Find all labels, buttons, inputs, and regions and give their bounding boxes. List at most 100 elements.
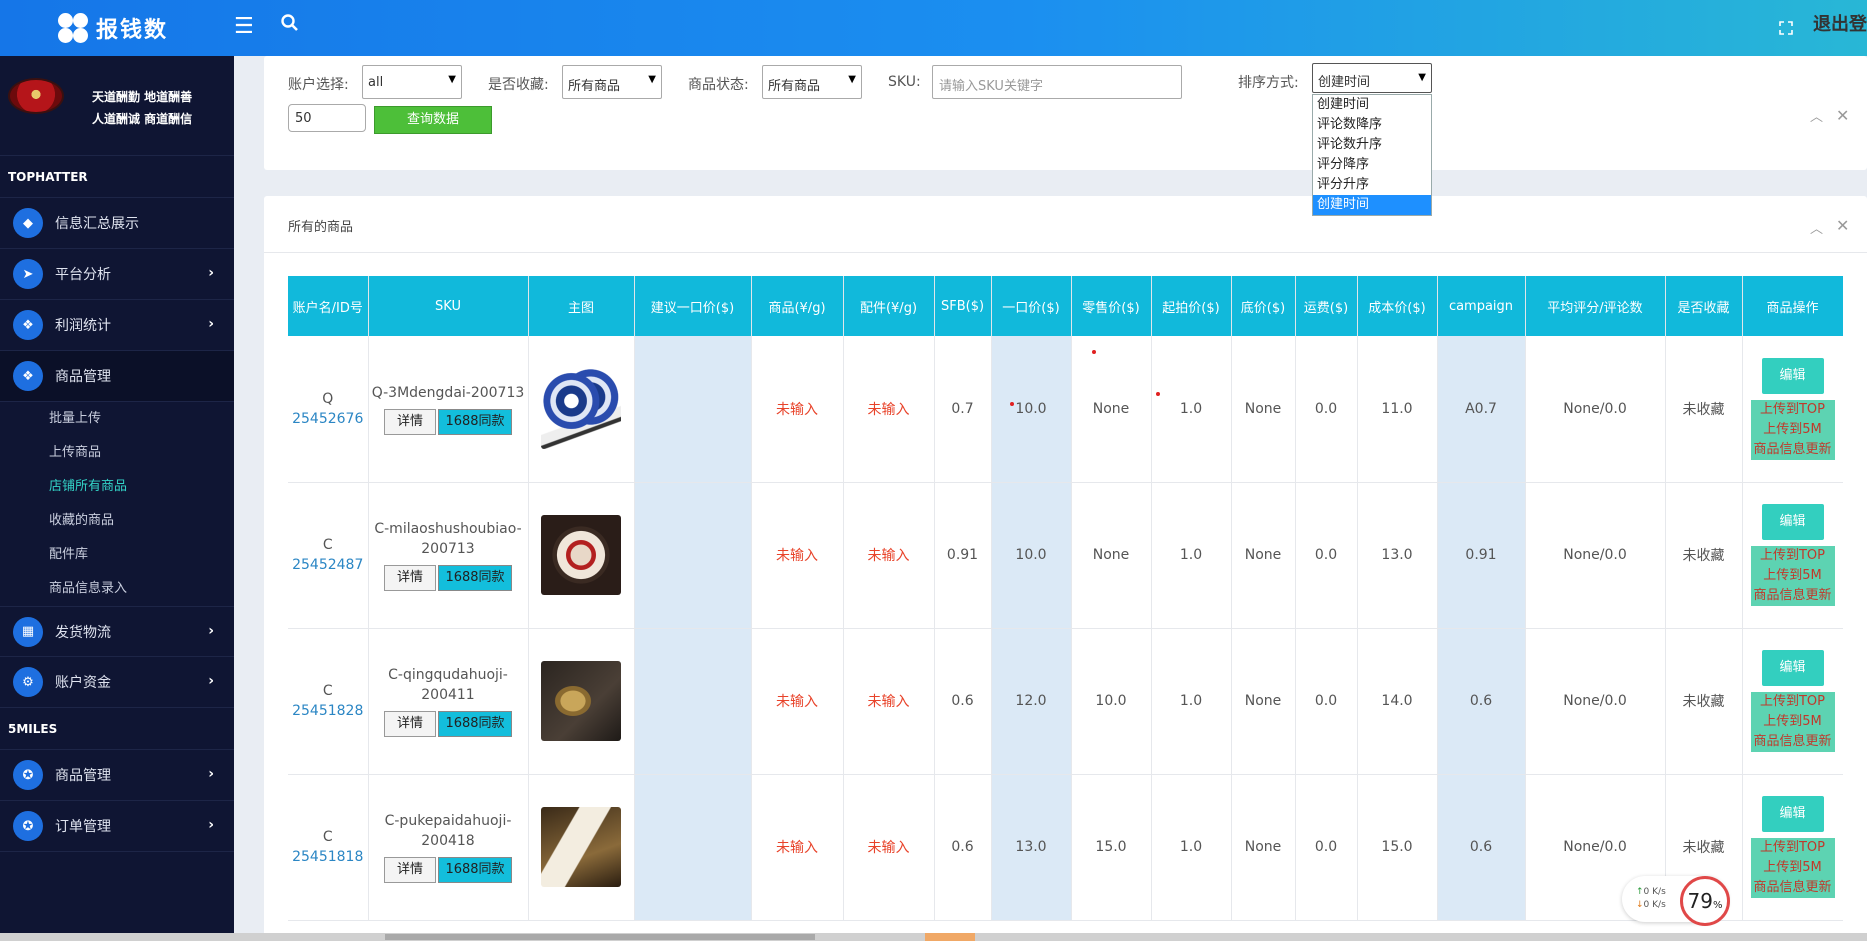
favorite-cell[interactable]: 未收藏 <box>1665 628 1743 775</box>
fixed-price-cell[interactable]: 13.0 <box>991 774 1072 921</box>
avatar[interactable] <box>8 78 64 114</box>
sidebar-sub-all-goods[interactable]: 店铺所有商品 <box>0 470 234 504</box>
same-1688-button[interactable]: 1688同款 <box>438 408 512 435</box>
sidebar-item-5m-orders[interactable]: ✪ 订单管理 › <box>0 801 234 852</box>
sfb-cell: 0.91 <box>934 482 992 629</box>
product-id-link[interactable]: 25452676 <box>288 411 368 427</box>
fixed-price-cell[interactable]: 10.0 <box>991 482 1072 629</box>
caret-down-icon: ▼ <box>648 74 656 85</box>
scrollbar-thumb[interactable] <box>385 934 815 940</box>
update-info-button[interactable]: 商品信息更新 <box>1750 586 1835 606</box>
fixed-price-cell[interactable]: 12.0 <box>991 628 1072 775</box>
sidebar-sub-parts[interactable]: 配件库 <box>0 538 234 572</box>
fullscreen-icon[interactable] <box>1779 18 1793 44</box>
retail-price-cell[interactable]: None <box>1071 482 1152 629</box>
sort-option[interactable]: 评分降序 <box>1313 155 1431 175</box>
same-1688-button[interactable]: 1688同款 <box>438 857 512 883</box>
menu-toggle-icon[interactable]: ☰ <box>234 14 254 40</box>
start-price-cell[interactable]: 1.0 <box>1151 628 1232 775</box>
sort-option-selected[interactable]: 创建时间 <box>1313 195 1431 215</box>
chevron-right-icon: › <box>208 265 214 281</box>
retail-price-cell[interactable]: 10.0 <box>1071 628 1152 775</box>
suggest-price-cell <box>634 628 752 775</box>
close-icon[interactable]: ✕ <box>1836 216 1849 235</box>
edit-button[interactable]: 编辑 <box>1761 357 1824 394</box>
sidebar-sub-favorites[interactable]: 收藏的商品 <box>0 504 234 538</box>
collapse-icon[interactable]: ︿ <box>1810 106 1823 125</box>
sidebar-item-goods[interactable]: ❖ 商品管理 <box>0 351 234 402</box>
sidebar-item-funds[interactable]: ⚙ 账户资金 › <box>0 657 234 708</box>
sort-option[interactable]: 评分升序 <box>1313 175 1431 195</box>
detail-button[interactable]: 详情 <box>384 711 436 737</box>
goods-price-cell[interactable]: 未输入 <box>751 336 844 483</box>
sort-option[interactable]: 评论数升序 <box>1313 135 1431 155</box>
memory-gauge[interactable]: 79% <box>1680 876 1730 926</box>
app-logo[interactable]: 报钱数 <box>56 8 168 48</box>
goods-price-cell[interactable]: 未输入 <box>751 774 844 921</box>
upload-top-button[interactable]: 上传到TOP <box>1750 692 1835 712</box>
start-price-cell[interactable]: 1.0 <box>1151 482 1232 629</box>
sidebar-item-profit[interactable]: ❖ 利润统计 › <box>0 300 234 351</box>
parts-price-cell[interactable]: 未输入 <box>843 628 935 775</box>
close-icon[interactable]: ✕ <box>1836 106 1849 125</box>
sort-option[interactable]: 评论数降序 <box>1313 115 1431 135</box>
table-row: C 25452487 C-milaoshushoubiao-200713 详情 168… <box>288 482 1843 629</box>
upload-5m-button[interactable]: 上传到5M <box>1750 712 1835 732</box>
sidebar-sub-upload[interactable]: 上传商品 <box>0 436 234 470</box>
start-price-cell[interactable]: 1.0 <box>1151 774 1232 921</box>
same-1688-button[interactable]: 1688同款 <box>438 711 512 737</box>
upload-top-button[interactable]: 上传到TOP <box>1750 546 1835 566</box>
edit-button[interactable]: 编辑 <box>1761 650 1824 686</box>
parts-price-cell[interactable]: 未输入 <box>843 336 935 483</box>
search-icon[interactable] <box>281 14 299 40</box>
same-1688-button[interactable]: 1688同款 <box>438 565 512 591</box>
sidebar-sub-batch-upload[interactable]: 批量上传 <box>0 402 234 436</box>
product-image[interactable] <box>541 515 621 595</box>
upload-5m-button[interactable]: 上传到5M <box>1750 858 1835 878</box>
account-select[interactable]: all ▼ <box>362 65 462 99</box>
favorite-cell[interactable]: 未收藏 <box>1665 482 1743 629</box>
detail-button[interactable]: 详情 <box>384 565 436 591</box>
update-info-button[interactable]: 商品信息更新 <box>1750 732 1835 752</box>
start-price-cell[interactable]: 1.0 <box>1151 336 1232 483</box>
fav-select[interactable]: 所有商品 ▼ <box>562 65 662 99</box>
edit-button[interactable]: 编辑 <box>1761 796 1824 832</box>
sidebar-item-platform-analysis[interactable]: ➤ 平台分析 › <box>0 249 234 300</box>
detail-button[interactable]: 详情 <box>384 857 436 883</box>
goods-price-cell[interactable]: 未输入 <box>751 482 844 629</box>
product-image[interactable] <box>541 368 621 449</box>
limit-input[interactable]: 50 <box>288 104 366 132</box>
sidebar-item-5m-goods[interactable]: ✪ 商品管理 › <box>0 750 234 801</box>
detail-button[interactable]: 详情 <box>384 408 436 435</box>
upload-5m-button[interactable]: 上传到5M <box>1750 419 1835 440</box>
parts-price-cell[interactable]: 未输入 <box>843 482 935 629</box>
horizontal-scrollbar[interactable] <box>0 933 1867 941</box>
sidebar-item-logistics[interactable]: ▦ 发货物流 › <box>0 606 234 657</box>
status-select[interactable]: 所有商品 ▼ <box>762 65 862 99</box>
upload-top-button[interactable]: 上传到TOP <box>1750 399 1835 420</box>
query-button[interactable]: 查询数据 <box>374 106 492 134</box>
sidebar-sub-info-entry[interactable]: 商品信息录入 <box>0 572 234 606</box>
retail-price-cell[interactable]: 15.0 <box>1071 774 1152 921</box>
update-info-button[interactable]: 商品信息更新 <box>1750 878 1835 898</box>
collapse-icon[interactable]: ︿ <box>1810 218 1823 237</box>
goods-price-cell[interactable]: 未输入 <box>751 628 844 775</box>
sidebar-item-summary[interactable]: ◆ 信息汇总展示 <box>0 198 234 249</box>
product-id-link[interactable]: 25451818 <box>288 849 368 865</box>
product-id-link[interactable]: 25451828 <box>288 703 368 719</box>
fixed-price-cell[interactable]: 10.0 <box>991 336 1072 483</box>
upload-5m-button[interactable]: 上传到5M <box>1750 566 1835 586</box>
edit-button[interactable]: 编辑 <box>1761 504 1824 540</box>
upload-top-button[interactable]: 上传到TOP <box>1750 838 1835 858</box>
update-info-button[interactable]: 商品信息更新 <box>1750 439 1835 460</box>
parts-price-cell[interactable]: 未输入 <box>843 774 935 921</box>
product-image[interactable] <box>541 807 621 887</box>
sort-select[interactable]: 创建时间 ▼ <box>1312 63 1432 93</box>
sort-option[interactable]: 创建时间 <box>1313 95 1431 115</box>
sku-input[interactable]: 请输入SKU关键字 <box>932 65 1182 99</box>
product-id-link[interactable]: 25452487 <box>288 557 368 573</box>
product-image[interactable] <box>541 661 621 741</box>
logout-button[interactable]: 退出登 <box>1813 10 1867 36</box>
retail-price-cell[interactable]: None <box>1071 336 1152 483</box>
favorite-cell[interactable]: 未收藏 <box>1665 336 1743 483</box>
